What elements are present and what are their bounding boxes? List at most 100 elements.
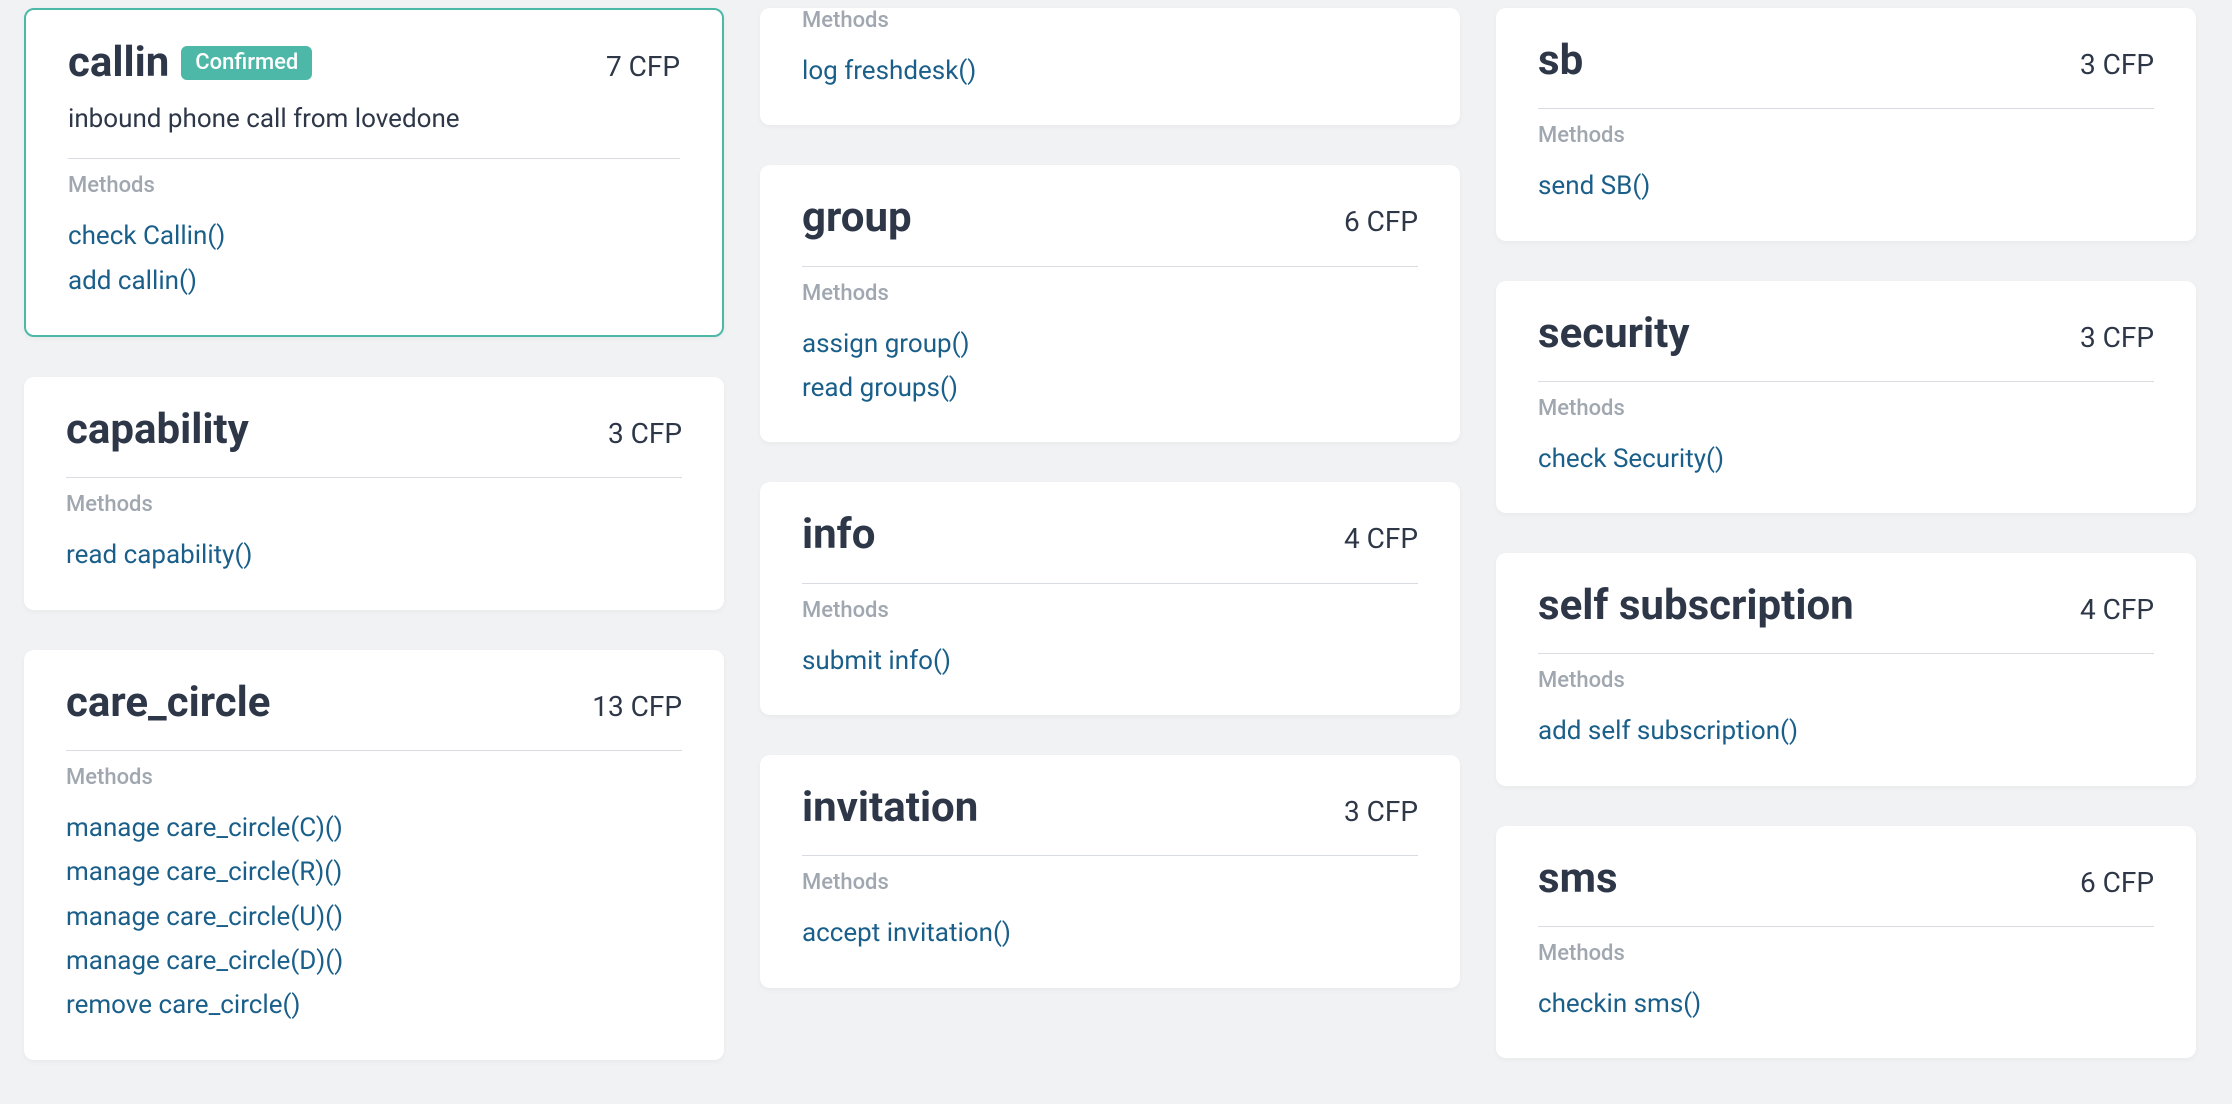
methods-label: Methods xyxy=(66,492,682,517)
card-sms[interactable]: sms6 CFP Methods checkin sms() xyxy=(1496,826,2196,1059)
method-link[interactable]: read groups() xyxy=(802,370,1418,406)
divider xyxy=(1538,108,2154,109)
card-title-row: info xyxy=(802,512,875,558)
card-title: security xyxy=(1538,311,1690,357)
card-freshdesk[interactable]: Methods log freshdesk() xyxy=(760,8,1460,125)
divider xyxy=(802,266,1418,267)
card-title-row: security xyxy=(1538,311,1690,357)
divider xyxy=(66,477,682,478)
divider xyxy=(802,583,1418,584)
method-link[interactable]: check Callin() xyxy=(68,218,680,254)
card-header: invitation 3 CFP xyxy=(802,785,1418,831)
divider xyxy=(802,855,1418,856)
cfp-count: 3 CFP xyxy=(2080,38,2154,81)
method-link[interactable]: log freshdesk() xyxy=(802,53,1418,89)
cfp-count: 3 CFP xyxy=(608,407,682,450)
methods-list: checkin sms() xyxy=(1538,986,2154,1022)
card-title-row: self subscription xyxy=(1538,583,1854,629)
card-sb[interactable]: sb 3 CFP Methods send SB() xyxy=(1496,8,2196,241)
methods-label: Methods xyxy=(1538,668,2154,693)
methods-list: submit info() xyxy=(802,643,1418,679)
card-title-row: capability xyxy=(66,407,249,453)
methods-label: Methods xyxy=(802,870,1418,895)
card-title-row: sb xyxy=(1538,38,1583,84)
methods-label: Methods xyxy=(1538,123,2154,148)
method-link[interactable]: remove care_circle() xyxy=(66,987,682,1023)
card-title: sb xyxy=(1538,38,1583,84)
card-description: inbound phone call from lovedone xyxy=(68,104,680,134)
method-link[interactable]: manage care_circle(R)() xyxy=(66,854,682,890)
card-security[interactable]: security 3 CFP Methods check Security() xyxy=(1496,281,2196,514)
method-link[interactable]: manage care_circle(D)() xyxy=(66,943,682,979)
divider xyxy=(1538,381,2154,382)
card-title: sms xyxy=(1538,856,1618,902)
card-invitation[interactable]: invitation 3 CFP Methods accept invitation(… xyxy=(760,755,1460,988)
methods-list: accept invitation() xyxy=(802,915,1418,951)
methods-list: check Callin() add callin() xyxy=(68,218,680,299)
method-link[interactable]: accept invitation() xyxy=(802,915,1418,951)
card-title: self subscription xyxy=(1538,583,1854,629)
card-header: info 4 CFP xyxy=(802,512,1418,558)
card-care_circle[interactable]: care_circle 13 CFP Methods manage care_circ… xyxy=(24,650,724,1060)
method-link[interactable]: manage care_circle(U)() xyxy=(66,899,682,935)
card-title: care_circle xyxy=(66,680,270,726)
cfp-count: 6 CFP xyxy=(1344,195,1418,238)
card-title-row: callin Confirmed xyxy=(68,40,312,86)
methods-list: manage care_circle(C)()manage care_circl… xyxy=(66,810,682,1024)
divider xyxy=(68,158,680,159)
method-link[interactable]: check Security() xyxy=(1538,441,2154,477)
method-link[interactable]: submit info() xyxy=(802,643,1418,679)
card-header: group 6 CFP xyxy=(802,195,1418,241)
cfp-count: 13 CFP xyxy=(592,680,682,723)
methods-list: assign group() read groups() xyxy=(802,326,1418,407)
card-title: group xyxy=(802,195,912,241)
method-link[interactable]: add self subscription() xyxy=(1538,713,2154,749)
methods-label: Methods xyxy=(1538,941,2154,966)
methods-label: Methods xyxy=(802,598,1418,623)
status-badge: Confirmed xyxy=(181,46,312,80)
divider xyxy=(1538,926,2154,927)
card-title-row: care_circle xyxy=(66,680,270,726)
card-title-row: invitation xyxy=(802,785,978,831)
card-header: security 3 CFP xyxy=(1538,311,2154,357)
card-title-row: sms xyxy=(1538,856,1618,902)
method-link[interactable]: checkin sms() xyxy=(1538,986,2154,1022)
card-header: care_circle 13 CFP xyxy=(66,680,682,726)
column-col1: callin Confirmed 7 CFP inbound phone call f… xyxy=(24,8,724,1060)
card-header: sb 3 CFP xyxy=(1538,38,2154,84)
card-title: callin xyxy=(68,40,169,86)
methods-label: Methods xyxy=(66,765,682,790)
method-link[interactable]: read capability() xyxy=(66,537,682,573)
card-self_subscription[interactable]: self subscription 4 CFP Methods add self su… xyxy=(1496,553,2196,786)
cfp-count: 3 CFP xyxy=(2080,311,2154,354)
column-col2: Methods log freshdesk() group 6 CFP Methods a… xyxy=(760,8,1460,1060)
card-callin[interactable]: callin Confirmed 7 CFP inbound phone call f… xyxy=(24,8,724,337)
column-col3: sb 3 CFP Methods send SB() security 3 CFP Meth… xyxy=(1496,8,2196,1060)
cfp-count: 4 CFP xyxy=(1344,512,1418,555)
card-group[interactable]: group6 CFPMethodsassign group()read grou… xyxy=(760,165,1460,442)
card-header: sms6 CFP xyxy=(1538,856,2154,902)
cfp-count: 4 CFP xyxy=(2080,583,2154,626)
card-header: capability 3 CFP xyxy=(66,407,682,453)
card-grid: callin Confirmed 7 CFP inbound phone call f… xyxy=(0,0,2232,1060)
card-title: info xyxy=(802,512,875,558)
card-capability[interactable]: capability 3 CFP Methods read capability() xyxy=(24,377,724,610)
divider xyxy=(1538,653,2154,654)
method-link[interactable]: manage care_circle(C)() xyxy=(66,810,682,846)
method-link[interactable]: send SB() xyxy=(1538,168,2154,204)
method-link[interactable]: assign group() xyxy=(802,326,1418,362)
card-title: capability xyxy=(66,407,249,453)
cfp-count: 7 CFP xyxy=(606,40,680,83)
card-title: invitation xyxy=(802,785,978,831)
methods-list: read capability() xyxy=(66,537,682,573)
card-header: callin Confirmed 7 CFP xyxy=(68,40,680,86)
cfp-count: 3 CFP xyxy=(1344,785,1418,828)
divider xyxy=(66,750,682,751)
card-info[interactable]: info 4 CFP Methods submit info() xyxy=(760,482,1460,715)
method-link[interactable]: add callin() xyxy=(68,263,680,299)
methods-label: Methods xyxy=(1538,396,2154,421)
methods-label: Methods xyxy=(68,173,680,198)
methods-list: check Security() xyxy=(1538,441,2154,477)
methods-list: send SB() xyxy=(1538,168,2154,204)
methods-label: Methods xyxy=(802,8,1418,33)
